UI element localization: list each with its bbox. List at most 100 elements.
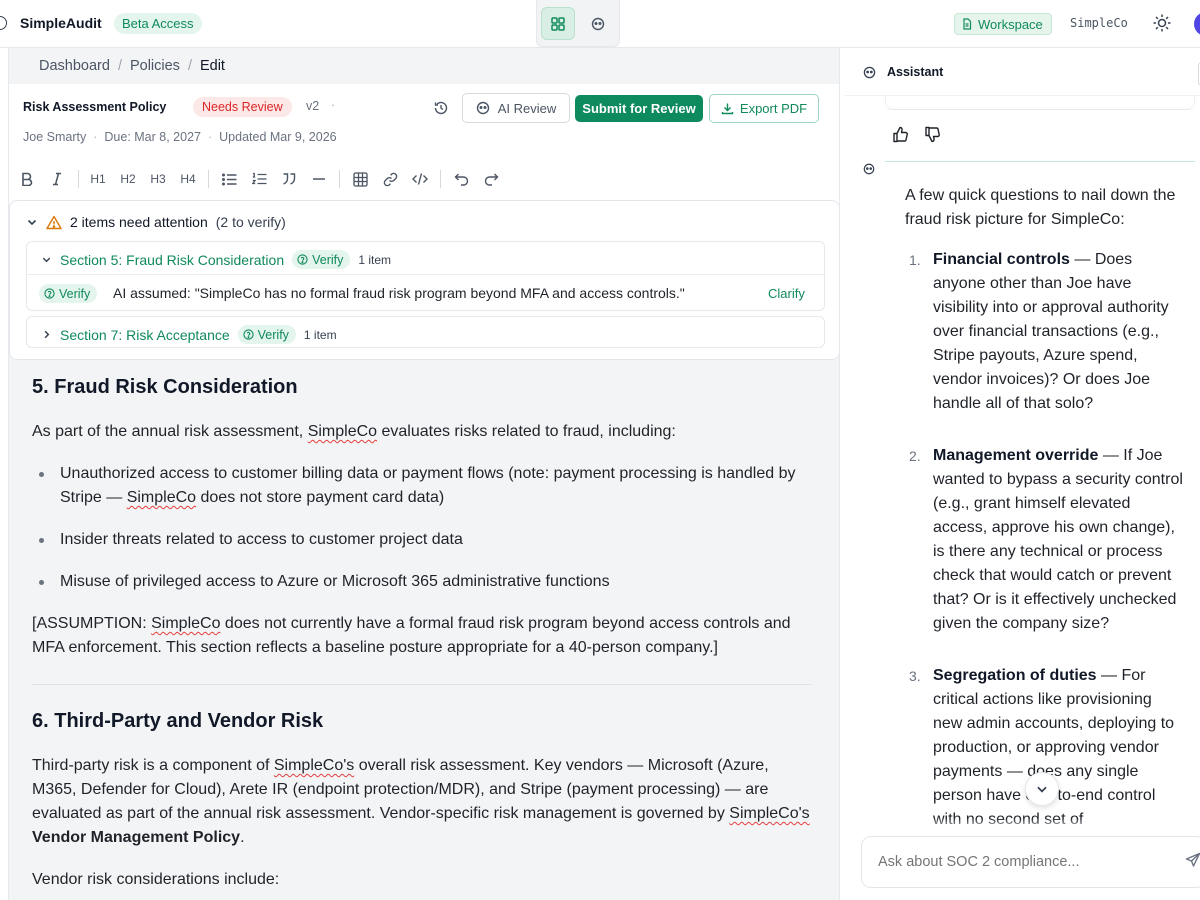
- editor-view-button[interactable]: [541, 7, 575, 40]
- list-item: Insider threats related to access to cus…: [39, 528, 812, 552]
- code-button[interactable]: [409, 169, 431, 189]
- submit-for-review-button[interactable]: Submit for Review: [575, 95, 703, 122]
- assistant-message-intro: A few quick questions to nail down the f…: [905, 187, 1176, 228]
- chat-input[interactable]: [861, 836, 1200, 888]
- author: Joe Smarty: [23, 130, 87, 144]
- verify-label: Verify: [257, 327, 289, 342]
- italic-button[interactable]: [46, 169, 68, 189]
- heading-2-button[interactable]: H2: [117, 169, 139, 189]
- breadcrumb-dashboard[interactable]: Dashboard: [39, 58, 110, 74]
- help-circle-icon: [243, 329, 254, 340]
- bold-button[interactable]: [16, 169, 38, 189]
- question-title: Segregation of duties: [933, 667, 1097, 684]
- assistant-header: Assistant: [845, 48, 1200, 96]
- export-pdf-label: Export PDF: [739, 101, 808, 116]
- document-meta: Joe Smarty · Due: Mar 8, 2027 · Updated …: [23, 130, 337, 144]
- assistant-view-button[interactable]: [581, 7, 615, 40]
- workspace-button[interactable]: Workspace: [954, 13, 1052, 35]
- numbered-list-button[interactable]: [248, 169, 270, 189]
- bold-icon: [22, 172, 33, 186]
- undo-button[interactable]: [450, 169, 472, 189]
- attention-headline: 2 items need attention: [70, 214, 208, 230]
- workspace-label: Workspace: [978, 16, 1043, 32]
- list-number: 2.: [909, 448, 921, 464]
- bot-icon: [863, 66, 876, 79]
- redo-icon: [484, 173, 498, 186]
- section-name[interactable]: Section 7: Risk Acceptance: [60, 327, 230, 343]
- view-switcher: [536, 0, 620, 47]
- section-header[interactable]: Section 5: Fraud Risk Consideration Veri…: [41, 250, 391, 269]
- redo-button[interactable]: [480, 169, 502, 189]
- attention-subcount: (2 to verify): [215, 214, 286, 230]
- list-number: 3.: [909, 668, 921, 684]
- blockquote-button[interactable]: [278, 169, 300, 189]
- link-icon: [383, 172, 397, 186]
- breadcrumb: Dashboard / Policies / Edit: [39, 58, 225, 74]
- chevron-down-icon: [42, 257, 51, 263]
- send-button[interactable]: [1183, 850, 1200, 870]
- verify-badge: Verify: [237, 325, 296, 344]
- send-icon: [1185, 852, 1200, 867]
- chat-fade: [845, 818, 1200, 832]
- numbered-list-icon: [251, 172, 266, 185]
- list-item: 1. Financial controls — Does anyone othe…: [909, 248, 1183, 416]
- verify-badge: Verify: [292, 250, 351, 269]
- clarify-button[interactable]: Clarify: [768, 286, 805, 301]
- breadcrumb-policies[interactable]: Policies: [130, 58, 180, 74]
- toolbar-divider: [78, 170, 79, 188]
- thumbs-down-button[interactable]: [922, 124, 942, 144]
- table-icon: [352, 171, 368, 187]
- bullet-list-button[interactable]: [218, 169, 240, 189]
- app-name: SimpleAudit: [20, 15, 102, 31]
- insert-table-button[interactable]: [349, 169, 371, 189]
- formatting-toolbar: H1 H2 H3 H4: [9, 160, 839, 198]
- section-name[interactable]: Section 5: Fraud Risk Consideration: [60, 252, 284, 268]
- heading-4-button[interactable]: H4: [177, 169, 199, 189]
- org-name[interactable]: SimpleCo: [1070, 16, 1128, 30]
- horizontal-rule-button[interactable]: [308, 169, 330, 189]
- item-count: 1 item: [303, 327, 337, 342]
- bot-icon: [476, 101, 489, 115]
- user-avatar[interactable]: [1194, 12, 1200, 36]
- list-item: 2. Management override — If Joe wanted t…: [909, 444, 1183, 636]
- assistant-panel: Assistant A few quick questions to nail …: [845, 48, 1200, 900]
- assumption-note: [ASSUMPTION: SimpleCo does not currently…: [32, 615, 791, 656]
- item-count: 1 item: [358, 252, 392, 267]
- grid-icon: [551, 16, 565, 31]
- section-6-heading: 6. Third-Party and Vendor Risk: [32, 710, 324, 732]
- section-6-list-intro: Vendor risk considerations include:: [32, 871, 280, 888]
- verify-label: Verify: [59, 286, 91, 301]
- bot-icon: [863, 163, 875, 175]
- section-5-intro: As part of the annual risk assessment, S…: [32, 423, 676, 440]
- list-number: 1.: [909, 252, 921, 268]
- document-icon: [963, 18, 972, 30]
- section-header[interactable]: Section 7: Risk Acceptance Verify 1 item: [41, 325, 337, 344]
- ai-review-button[interactable]: AI Review: [462, 93, 570, 123]
- quote-icon: [283, 173, 296, 185]
- horizontal-rule-icon: [313, 178, 325, 180]
- insert-link-button[interactable]: [379, 169, 401, 189]
- breadcrumb-separator: /: [187, 58, 192, 74]
- previous-message: [885, 96, 1195, 110]
- assistant-title: Assistant: [887, 65, 944, 79]
- attention-panel: 2 items need attention (2 to verify) Sec…: [9, 200, 839, 360]
- thumbs-up-button[interactable]: [890, 124, 910, 144]
- attention-item: Verify AI assumed: "SimpleCo has no form…: [27, 274, 824, 311]
- chevron-right-icon: [44, 330, 50, 339]
- export-pdf-button[interactable]: Export PDF: [709, 94, 819, 123]
- status-badge: Needs Review: [193, 97, 292, 117]
- due-date: Due: Mar 8, 2027: [104, 130, 201, 144]
- separator-dot: ·: [331, 98, 336, 112]
- theme-toggle-button[interactable]: [1150, 11, 1174, 35]
- thumbs-up-icon: [892, 126, 908, 142]
- version-history-button[interactable]: [431, 98, 451, 118]
- question-title: Management override: [933, 447, 1099, 464]
- heading-3-button[interactable]: H3: [147, 169, 169, 189]
- code-icon: [412, 173, 428, 185]
- top-bar: SimpleAudit Beta Access Workspace Simple…: [0, 0, 1200, 48]
- separator-dot: ·: [207, 130, 213, 144]
- attention-header[interactable]: 2 items need attention (2 to verify): [26, 214, 286, 230]
- attention-section-5: Section 5: Fraud Risk Consideration Veri…: [26, 241, 825, 311]
- heading-1-button[interactable]: H1: [87, 169, 109, 189]
- scroll-to-bottom-button[interactable]: [1025, 772, 1059, 806]
